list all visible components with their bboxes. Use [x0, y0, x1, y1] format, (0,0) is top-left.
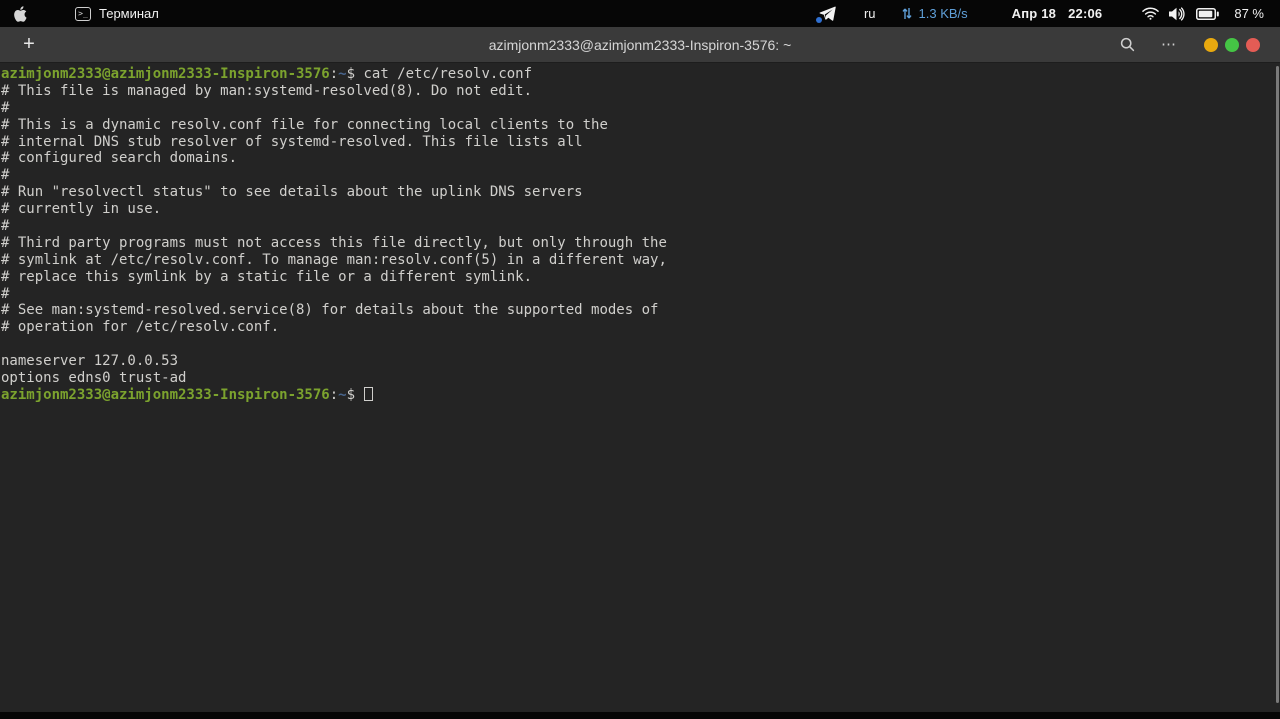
- terminal-line: # currently in use.: [1, 201, 162, 218]
- close-button[interactable]: [1246, 37, 1260, 52]
- terminal-line: azimjonm2333@azimjonm2333-Inspiron-3576:…: [1, 386, 667, 404]
- search-button[interactable]: [1116, 34, 1138, 56]
- topbar-left: >_ Терминал: [0, 5, 159, 22]
- volume-icon: [1169, 6, 1186, 21]
- window-title: azimjonm2333@azimjonm2333-Inspiron-3576:…: [488, 36, 792, 53]
- apple-logo-icon: [13, 5, 27, 22]
- clock[interactable]: Апр 18 22:06: [1012, 6, 1103, 21]
- headerbar-actions: ⋯: [1116, 34, 1280, 56]
- time-label: 22:06: [1068, 6, 1103, 21]
- keyboard-layout-label: ru: [863, 6, 876, 21]
- maximize-button[interactable]: [1225, 37, 1239, 52]
- terminal-line: #: [1, 218, 10, 235]
- terminal-line: nameserver 127.0.0.53: [1, 353, 179, 370]
- battery-percent-label: 87 %: [1234, 6, 1264, 21]
- telegram-tray-item[interactable]: [815, 6, 836, 23]
- system-tray: ru 1.3 KB/s Апр 18 22:06 87 %: [815, 6, 1280, 23]
- terminal-line: # This file is managed by man:systemd-re…: [1, 82, 533, 99]
- date-label: Апр 18: [1011, 6, 1057, 21]
- terminal-line: # replace this symlink by a static file …: [1, 268, 533, 285]
- ellipsis-menu-icon: ⋯: [1161, 36, 1177, 53]
- terminal-line: # configured search domains.: [1, 150, 238, 167]
- terminal-line: #: [1, 167, 10, 184]
- terminal-line: # This is a dynamic resolv.conf file for…: [1, 116, 608, 133]
- new-tab-button[interactable]: +: [14, 32, 44, 58]
- terminal-headerbar: + azimjonm2333@azimjonm2333-Inspiron-357…: [0, 27, 1280, 63]
- terminal-line: # See man:systemd-resolved.service(8) fo…: [1, 302, 659, 319]
- terminal-output: azimjonm2333@azimjonm2333-Inspiron-3576:…: [1, 66, 667, 404]
- network-speed-indicator[interactable]: 1.3 KB/s: [901, 6, 968, 21]
- terminal-line: # Run "resolvectl status" to see details…: [1, 184, 583, 201]
- terminal-scrollbar[interactable]: [1276, 66, 1279, 703]
- terminal-line: # operation for /etc/resolv.conf.: [1, 319, 280, 336]
- terminal-app-icon: >_: [75, 6, 91, 21]
- bottom-screen-edge: [0, 712, 1280, 719]
- window-controls: [1204, 37, 1260, 52]
- apple-menu[interactable]: [13, 5, 53, 22]
- wifi-icon: [1142, 7, 1160, 20]
- keyboard-layout-indicator[interactable]: ru: [864, 6, 876, 21]
- search-icon: [1120, 37, 1135, 52]
- terminal-line: #: [1, 99, 10, 116]
- terminal-cursor: [364, 386, 374, 401]
- focused-app-label: Терминал: [99, 6, 159, 21]
- minimize-button[interactable]: [1204, 37, 1218, 52]
- network-speed-label: 1.3 KB/s: [918, 6, 968, 21]
- menu-button[interactable]: ⋯: [1158, 34, 1180, 56]
- desktop: >_ Терминал ru 1.3 KB/s Апр 18 22:06 87 …: [0, 0, 1280, 719]
- top-system-bar: >_ Терминал ru 1.3 KB/s Апр 18 22:06 87 …: [0, 0, 1280, 27]
- terminal-line: options edns0 trust-ad: [1, 370, 187, 387]
- status-icons[interactable]: 87 %: [1142, 6, 1264, 21]
- terminal-line: # symlink at /etc/resolv.conf. To manage…: [1, 251, 667, 268]
- terminal-line: # Third party programs must not access t…: [1, 234, 667, 251]
- focused-app-menu[interactable]: >_ Терминал: [75, 6, 159, 21]
- terminal-line: #: [1, 285, 10, 302]
- terminal-line: # internal DNS stub resolver of systemd-…: [1, 133, 583, 150]
- network-traffic-icon: [901, 7, 912, 20]
- battery-icon: [1196, 7, 1220, 20]
- telegram-notification-dot: [815, 17, 822, 23]
- terminal-screen[interactable]: azimjonm2333@azimjonm2333-Inspiron-3576:…: [0, 64, 1280, 712]
- terminal-line: azimjonm2333@azimjonm2333-Inspiron-3576:…: [1, 66, 533, 82]
